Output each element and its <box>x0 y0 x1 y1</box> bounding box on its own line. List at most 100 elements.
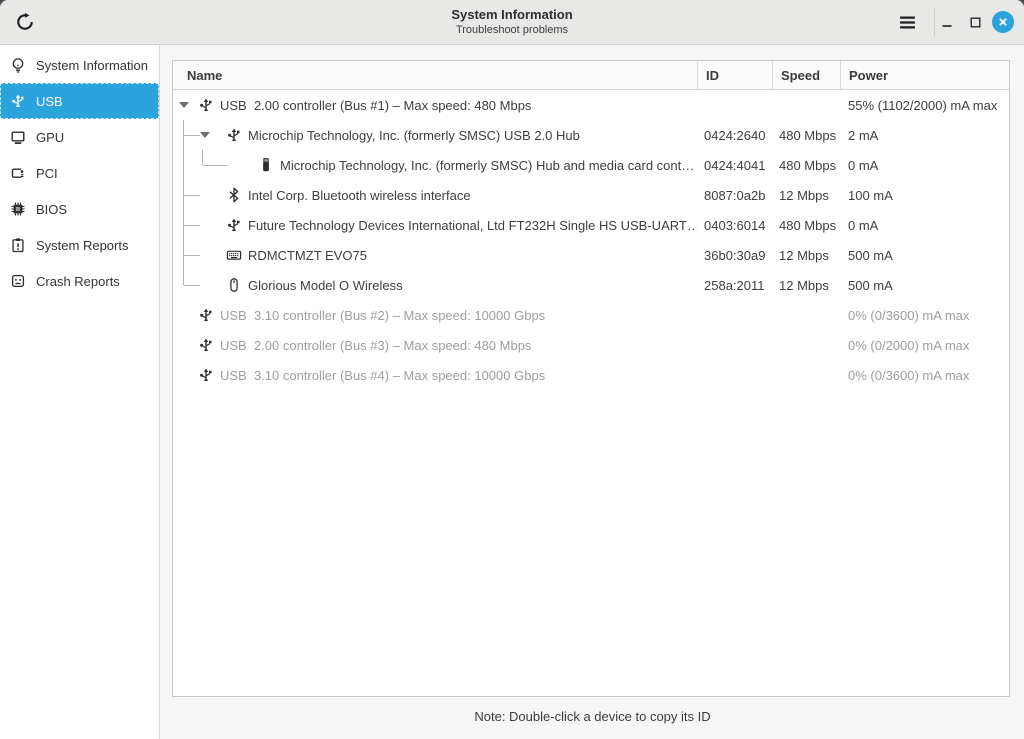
sidebar-item-crash-reports[interactable]: Crash Reports <box>0 263 159 299</box>
device-id: 8087:0a2b <box>704 187 766 203</box>
device-speed: 12 Mbps <box>779 277 829 293</box>
device-power: 100 mA <box>848 187 893 203</box>
device-speed: 480 Mbps <box>779 217 837 233</box>
sidebar-item-system-information[interactable]: System Information <box>0 47 159 83</box>
maximize-button[interactable] <box>960 7 990 37</box>
device-name: USB 3.10 controller (Bus #2) – Max speed… <box>220 307 546 323</box>
expander-triangle-icon[interactable] <box>200 132 210 138</box>
name-cell: USB 2.00 controller (Bus #1) – Max speed… <box>173 90 697 120</box>
name-cell: USB 2.00 controller (Bus #3) – Max speed… <box>173 330 697 360</box>
sidebar-item-pci[interactable]: PCI <box>0 155 159 191</box>
name-cell: Intel Corp. Bluetooth wireless interface <box>173 180 697 210</box>
device-speed: 12 Mbps <box>779 187 829 203</box>
table-row[interactable]: USB 2.00 controller (Bus #1) – Max speed… <box>173 90 1009 120</box>
name-cell: Glorious Model O Wireless <box>173 270 697 300</box>
name-cell: Microchip Technology, Inc. (formerly SMS… <box>173 120 697 150</box>
tree-guide-line <box>183 270 184 285</box>
name-cell: Microchip Technology, Inc. (formerly SMS… <box>173 150 697 180</box>
pci-icon <box>10 165 26 181</box>
tree-guide-line <box>184 135 200 136</box>
titlebar[interactable]: System Information Troubleshoot problems <box>0 0 1024 45</box>
sidebar-item-system-reports[interactable]: System Reports <box>0 227 159 263</box>
table-row[interactable]: RDMCTMZT EVO75 36b0:30a9 12 Mbps 500 mA <box>173 240 1009 270</box>
tree-guide-line <box>184 225 200 226</box>
column-header-name[interactable]: Name <box>173 61 697 89</box>
minimize-button[interactable] <box>932 7 962 37</box>
usb-icon <box>198 307 214 323</box>
device-power: 500 mA <box>848 277 893 293</box>
usb-icon <box>198 337 214 353</box>
sidebar-item-usb[interactable]: USB <box>0 83 159 119</box>
table-row[interactable]: USB 3.10 controller (Bus #4) – Max speed… <box>173 360 1009 390</box>
usb-icon <box>198 97 214 113</box>
device-power: 0 mA <box>848 217 879 233</box>
device-speed: 480 Mbps <box>779 157 837 173</box>
usb-icon <box>198 367 214 383</box>
device-name: USB 2.00 controller (Bus #1) – Max speed… <box>220 97 532 113</box>
sidebar-item-label: GPU <box>36 129 65 145</box>
table-row[interactable]: USB 3.10 controller (Bus #2) – Max speed… <box>173 300 1009 330</box>
table-row[interactable]: Intel Corp. Bluetooth wireless interface… <box>173 180 1009 210</box>
sidebar-item-label: PCI <box>36 165 58 181</box>
name-cell: USB 3.10 controller (Bus #4) – Max speed… <box>173 360 697 390</box>
sidebar-item-label: System Information <box>36 57 148 73</box>
sidebar-item-bios[interactable]: BIOS <box>0 191 159 227</box>
refresh-icon <box>15 12 35 32</box>
table-row[interactable]: Microchip Technology, Inc. (formerly SMS… <box>173 120 1009 150</box>
device-power: 2 mA <box>848 127 879 143</box>
device-power: 0 mA <box>848 157 879 173</box>
table-header: Name ID Speed Power <box>173 61 1009 90</box>
usb-icon <box>226 217 242 233</box>
window-subtitle: Troubleshoot problems <box>455 24 569 36</box>
refresh-button[interactable] <box>10 7 40 37</box>
minimize-icon <box>939 14 955 30</box>
name-cell: Future Technology Devices International,… <box>173 210 697 240</box>
table-row[interactable]: Future Technology Devices International,… <box>173 210 1009 240</box>
table-row[interactable]: Glorious Model O Wireless 258a:2011 12 M… <box>173 270 1009 300</box>
tree-guide-line <box>184 255 200 256</box>
column-header-id[interactable]: ID <box>697 61 772 89</box>
usb-icon <box>226 127 242 143</box>
name-cell: RDMCTMZT EVO75 <box>173 240 697 270</box>
sidebar-item-label: Crash Reports <box>36 273 120 289</box>
device-power: 500 mA <box>848 247 893 263</box>
menu-button[interactable] <box>892 7 922 37</box>
hamburger-icon <box>898 14 916 31</box>
sidebar-item-label: System Reports <box>36 237 129 253</box>
column-header-power[interactable]: Power <box>840 61 1009 89</box>
close-icon <box>992 11 1014 33</box>
tree-guide-line <box>183 150 184 180</box>
device-name: Intel Corp. Bluetooth wireless interface <box>248 187 471 203</box>
device-id: 36b0:30a9 <box>704 247 766 263</box>
device-id: 0424:2640 <box>704 127 766 143</box>
bluetooth-icon <box>226 187 242 203</box>
monitor-icon <box>10 129 26 145</box>
device-power: 0% (0/3600) mA max <box>848 367 970 383</box>
table-body: USB 2.00 controller (Bus #1) – Max speed… <box>173 90 1009 390</box>
usb-device-table: Name ID Speed Power USB 2.00 controller … <box>172 60 1010 697</box>
tree-guide-line <box>203 165 227 166</box>
expander-triangle-icon[interactable] <box>179 102 189 108</box>
app-window: System Information Troubleshoot problems… <box>0 0 1024 739</box>
main-panel: Name ID Speed Power USB 2.00 controller … <box>161 45 1024 739</box>
device-id: 0403:6014 <box>704 217 766 233</box>
sidebar: System Information USB GPU PCI BIOS Syst… <box>0 45 160 739</box>
chip-icon <box>10 201 26 217</box>
tree-guide-line <box>184 195 200 196</box>
window-title: System Information <box>451 7 573 22</box>
device-id: 0424:4041 <box>704 157 766 173</box>
device-name: USB 3.10 controller (Bus #4) – Max speed… <box>220 367 546 383</box>
device-name: Microchip Technology, Inc. (formerly SMS… <box>280 157 695 173</box>
sidebar-item-gpu[interactable]: GPU <box>0 119 159 155</box>
close-button[interactable] <box>988 7 1018 37</box>
usbstick-icon <box>258 157 274 173</box>
column-header-speed[interactable]: Speed <box>772 61 840 89</box>
device-name: Microchip Technology, Inc. (formerly SMS… <box>248 127 580 143</box>
table-row[interactable]: Microchip Technology, Inc. (formerly SMS… <box>173 150 1009 180</box>
device-speed: 480 Mbps <box>779 127 837 143</box>
table-row[interactable]: USB 2.00 controller (Bus #3) – Max speed… <box>173 330 1009 360</box>
device-speed: 12 Mbps <box>779 247 829 263</box>
clipboard-icon <box>10 237 26 253</box>
device-name: RDMCTMZT EVO75 <box>248 247 367 263</box>
usb-icon <box>10 93 26 109</box>
